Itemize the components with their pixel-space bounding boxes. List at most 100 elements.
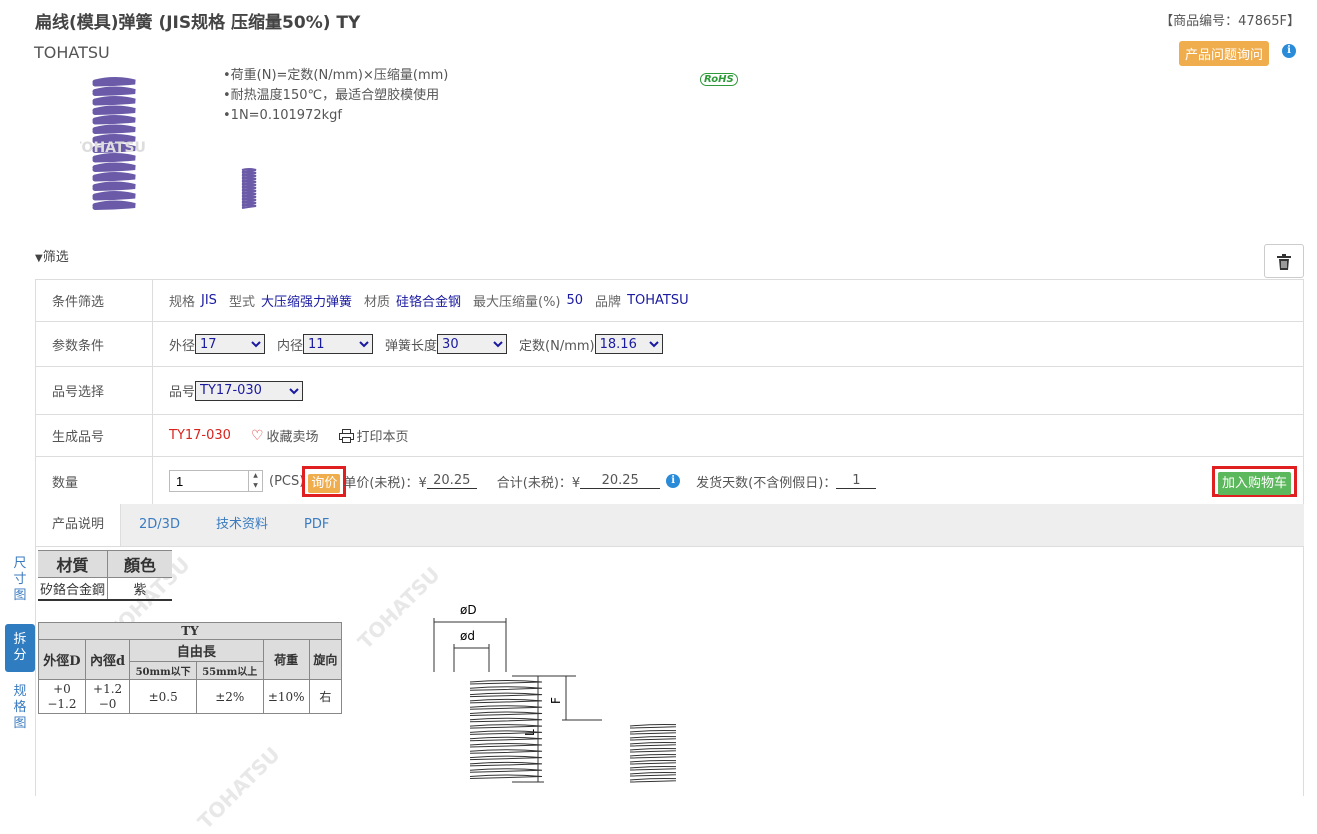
tab-tech-docs[interactable]: 技术资料 <box>198 504 286 546</box>
heart-icon: ♡ <box>250 427 264 444</box>
ty-group-header: TY <box>38 622 342 640</box>
ty-tolerance-table: TY 外徑D 內徑d 自由長 荷重 旋向 50mm以下 55mm以上 +0 −1… <box>38 622 343 714</box>
inner-dia-select[interactable]: 11 <box>303 334 374 354</box>
side-nav-split[interactable]: 拆分 <box>5 624 35 672</box>
product-bullets: •荷重(N)=定数(N/mm)×压缩量(mm) •耐热温度150℃，最适合塑胶模… <box>223 66 448 126</box>
bullet-item: •1N=0.101972kgf <box>223 108 342 123</box>
ship-days-value: 1 <box>836 473 877 489</box>
tab-pdf[interactable]: PDF <box>286 504 347 546</box>
generated-values: TY17-030 ♡ 收藏卖场 打印本页 <box>153 426 1303 446</box>
filter-toggle-label: 筛选 <box>42 250 69 265</box>
length-select[interactable]: 30 <box>437 334 508 354</box>
quantity-values: ▲▼ (PCS) 询价 单价(未税)：¥ 20.25 合计(未税)：¥ 20.2… <box>153 465 1303 497</box>
material-value: 矽鉻合金鋼 <box>38 577 108 601</box>
product-thumbnail[interactable] <box>238 166 260 212</box>
side-nav: 尺寸图 拆分 规格图 <box>5 548 35 732</box>
free-length-b-header: 55mm以上 <box>195 661 264 680</box>
info-icon[interactable]: i <box>1282 44 1296 58</box>
side-nav-spec[interactable]: 规格图 <box>5 684 35 732</box>
watermark-text: TOHATSU <box>192 742 285 834</box>
condition-value[interactable]: 硅铬合金钢 <box>396 291 461 310</box>
filter-toggle[interactable]: ▼筛选 <box>35 246 69 265</box>
condition-value[interactable]: JIS <box>201 293 217 308</box>
bullet-item: •荷重(N)=定数(N/mm)×压缩量(mm) <box>223 68 449 83</box>
ask-price-button[interactable]: 询价 <box>308 473 341 493</box>
condition-key: 品牌 <box>595 295 622 310</box>
generated-partno: TY17-030 <box>169 428 231 443</box>
quantity-unit: (PCS) <box>269 473 305 489</box>
f-dimension-label: F <box>549 697 563 704</box>
params-label: 参数条件 <box>36 322 153 366</box>
const-select[interactable]: 18.16 <box>594 334 663 354</box>
brand-name: TOHATSU <box>34 43 110 62</box>
material-header: 材質 <box>38 550 108 578</box>
inner-dia-header: 內徑d <box>84 639 131 680</box>
filter-table: 条件筛选 规格 JIS 型式 大压缩强力弹簧 材质 硅铬合金钢 最大压缩量(%) 50 … <box>35 279 1304 506</box>
add-cart-highlight: 加入购物车 <box>1211 465 1297 497</box>
inner-dia-label: ød <box>460 629 475 643</box>
outer-dia-label: 外径 <box>169 338 196 354</box>
outer-dia-label: øD <box>460 603 477 617</box>
outer-dia-tol: +0 −1.2 <box>38 679 86 714</box>
ask-price-highlight: 询价 <box>302 465 347 497</box>
tab-description[interactable]: 产品说明 <box>35 504 122 546</box>
condition-key: 型式 <box>228 295 255 310</box>
params-values: 外径 17 内径 11 弹簧长度 30 定数(N/mm) 18.16 <box>153 334 1303 354</box>
bullet-item: •耐热温度150℃，最适合塑胶模使用 <box>223 88 440 103</box>
spring-thumbnail-image <box>241 168 257 209</box>
condition-value[interactable]: TOHATSU <box>627 293 689 308</box>
params-row: 参数条件 外径 17 内径 11 弹簧长度 30 定数(N/mm) 18.16 <box>36 322 1303 367</box>
tab-2d3d[interactable]: 2D/3D <box>121 504 198 546</box>
color-value: 紫 <box>107 577 172 601</box>
print-link[interactable]: 打印本页 <box>338 426 409 445</box>
generated-label: 生成品号 <box>36 415 153 456</box>
spring-image: TOHATSU <box>72 77 146 210</box>
inner-dia-label: 内径 <box>277 338 304 354</box>
color-header: 顏色 <box>107 550 172 578</box>
conditions-label: 条件筛选 <box>36 280 153 321</box>
trash-icon <box>1277 253 1291 270</box>
partno-select[interactable]: TY17-030 <box>195 380 304 401</box>
page-title: 扁线(模具)弹簧 (JIS规格 压缩量50%) TY <box>35 13 361 33</box>
favorite-label: 收藏卖场 <box>266 430 319 445</box>
outer-dia-select[interactable]: 17 <box>195 334 266 354</box>
rohs-badge: RoHS <box>700 73 738 86</box>
side-nav-dimension[interactable]: 尺寸图 <box>5 556 35 604</box>
condition-value[interactable]: 大压缩强力弹簧 <box>261 291 352 310</box>
direction-header: 旋向 <box>308 639 343 680</box>
generated-row: 生成品号 TY17-030 ♡ 收藏卖场 打印本页 <box>36 415 1303 457</box>
stepper-up-icon[interactable]: ▲ <box>249 471 262 481</box>
condition-key: 材质 <box>363 295 390 310</box>
total-label: 合计(未税)：¥ <box>496 475 581 491</box>
content-tabs: 产品说明 2D/3D 技术资料 PDF <box>35 504 1304 547</box>
free-length-b-tol: ±2% <box>195 679 264 714</box>
free-length-a-tol: ±0.5 <box>129 679 197 714</box>
quantity-row: 数量 ▲▼ (PCS) 询价 单价(未税)：¥ 20.25 合计(未税)：¥ 2… <box>36 457 1303 505</box>
ship-days-label: 发货天数(不含例假日)： <box>696 475 837 491</box>
product-image: TOHATSU <box>72 72 150 217</box>
inner-dia-tol: +1.2 −0 <box>84 679 131 714</box>
favorite-link[interactable]: ♡ 收藏卖场 <box>250 426 319 446</box>
conditions-row: 条件筛选 规格 JIS 型式 大压缩强力弹簧 材质 硅铬合金钢 最大压缩量(%) 50 … <box>36 280 1303 322</box>
condition-key: 最大压缩量(%) <box>473 295 561 310</box>
quantity-input[interactable] <box>169 470 249 492</box>
spring-dimension-drawing: øD ød F L <box>433 603 676 783</box>
material-table: 材質 顏色 矽鉻合金鋼 紫 <box>38 550 172 601</box>
product-inquiry-button[interactable]: 产品问题询问 <box>1178 41 1269 66</box>
add-to-cart-button[interactable]: 加入购物车 <box>1217 471 1291 495</box>
free-length-header: 自由長 <box>129 639 264 662</box>
description-content: TOHATSU TOHATSU TOHATSU 材質 顏色 矽鉻合金鋼 紫 TY… <box>35 546 1304 834</box>
stepper-down-icon[interactable]: ▼ <box>249 481 262 491</box>
const-label: 定数(N/mm) <box>519 338 595 354</box>
quantity-label: 数量 <box>36 457 153 505</box>
image-watermark: TOHATSU <box>80 140 146 156</box>
unit-price-value: 20.25 <box>426 473 477 489</box>
quantity-stepper[interactable]: ▲ ▼ <box>249 470 263 492</box>
print-label: 打印本页 <box>356 430 409 445</box>
partno-label: 品号选择 <box>36 367 153 414</box>
caret-down-icon: ▼ <box>35 253 43 264</box>
price-info-icon[interactable]: i <box>666 474 681 488</box>
condition-value[interactable]: 50 <box>567 293 584 308</box>
conditions-values: 规格 JIS 型式 大压缩强力弹簧 材质 硅铬合金钢 最大压缩量(%) 50 品牌 TOH… <box>153 291 1303 310</box>
clear-filter-button[interactable] <box>1264 244 1304 278</box>
